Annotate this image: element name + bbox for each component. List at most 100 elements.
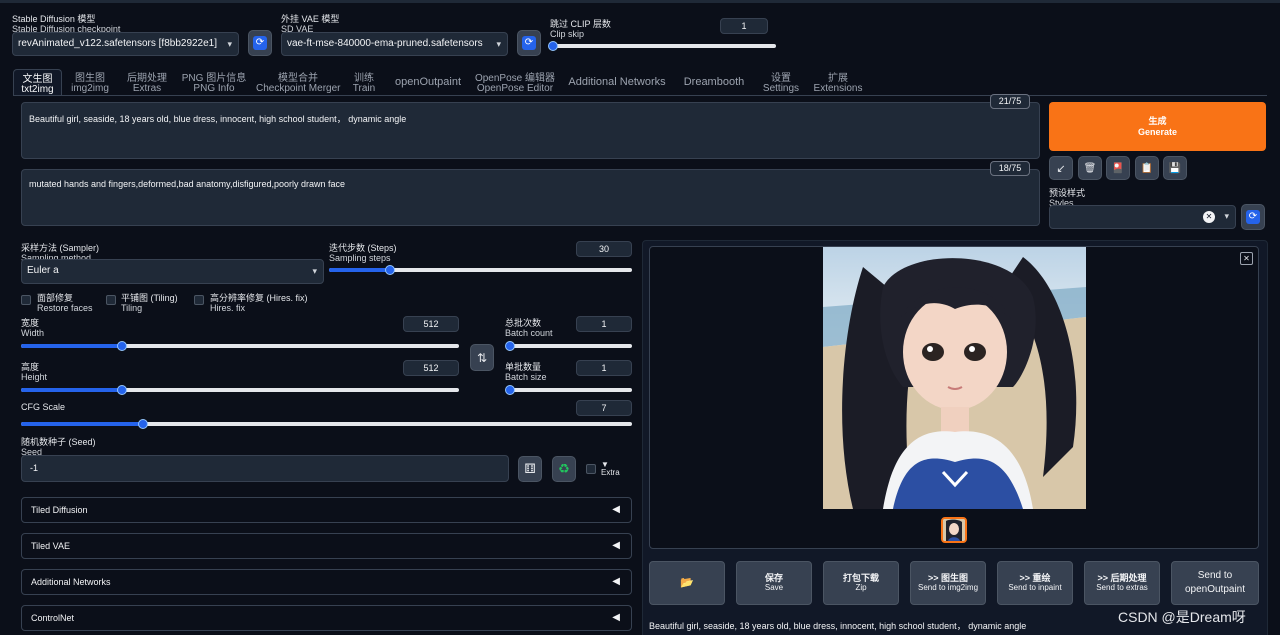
seed-label: 随机数种子 (Seed) Seed	[21, 437, 96, 457]
generate-button[interactable]: 生成 Generate	[1049, 102, 1266, 151]
collapse-arrow-icon: ◀	[612, 612, 620, 623]
batch-count-slider[interactable]	[505, 341, 632, 351]
clip-skip-input[interactable]: 1	[720, 18, 768, 34]
tiling-checkbox[interactable]	[106, 295, 116, 305]
swap-dimensions-icon[interactable]: ⇅	[470, 344, 494, 371]
slider-fill	[21, 344, 122, 348]
cfg-scale-input[interactable]: 7	[576, 400, 632, 416]
extra-label: ▼ Extra	[601, 460, 620, 477]
cfg-scale-slider[interactable]	[21, 419, 632, 429]
top-border	[0, 0, 1280, 3]
gallery-thumbnail[interactable]	[941, 517, 967, 543]
refresh-icon: ⟳	[522, 36, 536, 50]
steps-slider[interactable]	[329, 265, 632, 275]
seed-input[interactable]: -1	[21, 455, 509, 482]
save-style-icon[interactable]: 💾	[1163, 156, 1187, 180]
height-label: 高度 Height	[21, 362, 48, 382]
recycle-icon[interactable]: ♻	[552, 456, 576, 482]
styles-select[interactable]: ✕ ▾	[1049, 205, 1236, 229]
checkpoint-label: Stable Diffusion 模型 Stable Diffusion chec…	[12, 14, 121, 34]
slider-fill	[21, 422, 144, 426]
clipboard-icon[interactable]: 📋	[1135, 156, 1159, 180]
sampler-select[interactable]: Euler a	[21, 259, 324, 284]
batch-size-label: 单批数量 Batch size	[505, 362, 547, 382]
height-slider[interactable]	[21, 385, 459, 395]
clip-skip-slider[interactable]	[548, 41, 776, 51]
refresh-icon: ⟳	[1246, 210, 1260, 224]
width-input[interactable]: 512	[403, 316, 459, 332]
chevron-down-icon: ▾	[1224, 211, 1229, 221]
collapse-arrow-icon: ◀	[612, 576, 620, 587]
tab-additional-networks[interactable]: Additional Networks	[566, 76, 668, 88]
accordion-tiled-diffusion[interactable]: Tiled Diffusion ◀	[21, 497, 632, 523]
tab-png-info[interactable]: PNG 图片信息 PNG Info	[180, 74, 248, 94]
checkpoint-select[interactable]: revAnimated_v122.safetensors [f8bb2922e1…	[12, 32, 239, 56]
close-icon[interactable]: ✕	[1240, 252, 1253, 265]
send-to-openoutpaint-button[interactable]: Send to openOutpaint	[1171, 561, 1259, 605]
slider-knob[interactable]	[548, 41, 558, 51]
slider-knob[interactable]	[505, 385, 515, 395]
slider-knob[interactable]	[505, 341, 515, 351]
restore-faces-checkbox[interactable]	[21, 295, 31, 305]
zip-button[interactable]: 打包下载 Zip	[823, 561, 899, 605]
accordion-tiled-vae[interactable]: Tiled VAE ◀	[21, 533, 632, 559]
send-to-inpaint-button[interactable]: >> 重绘 Send to inpaint	[997, 561, 1073, 605]
tab-train[interactable]: 训练 Train	[346, 74, 382, 94]
restore-faces-label: 面部修复 Restore faces	[37, 293, 93, 313]
batch-count-input[interactable]: 1	[576, 316, 632, 332]
tab-openoutpaint[interactable]: openOutpaint	[390, 76, 466, 88]
batch-size-slider[interactable]	[505, 385, 632, 395]
tabs-divider	[13, 95, 1267, 96]
positive-token-counter: 21/75	[990, 94, 1030, 109]
tab-img2img[interactable]: 图生图 img2img	[66, 74, 114, 94]
read-params-icon[interactable]: ↙	[1049, 156, 1073, 180]
send-to-extras-button[interactable]: >> 后期处理 Send to extras	[1084, 561, 1160, 605]
accordion-additional-networks[interactable]: Additional Networks ◀	[21, 569, 632, 595]
tab-extras[interactable]: 后期处理 Extras	[120, 74, 174, 94]
clip-skip-label: 跳过 CLIP 层数 Clip skip	[550, 19, 611, 39]
accordion-controlnet[interactable]: ControlNet ◀	[21, 605, 632, 631]
steps-label: 迭代步数 (Steps) Sampling steps	[329, 243, 397, 263]
refresh-icon: ⟳	[253, 36, 267, 50]
slider-knob[interactable]	[116, 341, 127, 351]
tiling-label: 平铺图 (Tiling) Tiling	[121, 293, 178, 313]
clear-icon[interactable]: ✕	[1203, 211, 1215, 223]
batch-size-input[interactable]: 1	[576, 360, 632, 376]
extra-networks-icon[interactable]: 🎴	[1106, 156, 1130, 180]
width-slider[interactable]	[21, 341, 459, 351]
tab-openpose-editor[interactable]: OpenPose 编辑器 OpenPose Editor	[474, 74, 556, 94]
output-caption: Beautiful girl, seaside, 18 years old, b…	[649, 621, 1027, 631]
slider-knob[interactable]	[138, 419, 149, 429]
slider-knob[interactable]	[384, 265, 395, 275]
tab-txt2img[interactable]: 文生图 txt2img	[13, 69, 62, 96]
vae-label: 外挂 VAE 模型 SD VAE	[281, 14, 340, 34]
generated-image[interactable]	[823, 247, 1086, 509]
tab-settings[interactable]: 设置 Settings	[758, 74, 804, 94]
dice-icon[interactable]: ⚅	[518, 456, 542, 482]
tab-extensions[interactable]: 扩展 Extensions	[812, 74, 864, 94]
open-folder-icon[interactable]: 📂	[649, 561, 725, 605]
negative-token-counter: 18/75	[990, 161, 1030, 176]
height-input[interactable]: 512	[403, 360, 459, 376]
send-to-img2img-button[interactable]: >> 图生图 Send to img2img	[910, 561, 986, 605]
collapse-arrow-icon: ◀	[612, 540, 620, 551]
checkpoint-refresh-button[interactable]: ⟳	[248, 30, 272, 56]
positive-prompt-input[interactable]: Beautiful girl, seaside, 18 years old, b…	[21, 102, 1040, 159]
steps-input[interactable]: 30	[576, 241, 632, 257]
styles-refresh-button[interactable]: ⟳	[1241, 204, 1265, 230]
watermark: CSDN @是Dream呀	[1118, 609, 1246, 625]
extra-seed-checkbox[interactable]	[586, 464, 596, 474]
tab-dreambooth[interactable]: Dreambooth	[678, 76, 750, 88]
width-label: 宽度 Width	[21, 318, 45, 338]
slider-fill	[329, 268, 390, 272]
negative-prompt-input[interactable]: mutated hands and fingers,deformed,bad a…	[21, 169, 1040, 226]
save-button[interactable]: 保存 Save	[736, 561, 812, 605]
trash-icon[interactable]: 🗑	[1078, 156, 1102, 180]
cfg-scale-label: CFG Scale	[21, 402, 66, 412]
vae-refresh-button[interactable]: ⟳	[517, 30, 541, 56]
hires-fix-checkbox[interactable]	[194, 295, 204, 305]
vae-select[interactable]: vae-ft-mse-840000-ema-pruned.safetensors	[281, 32, 508, 56]
slider-knob[interactable]	[116, 385, 127, 395]
thumbnail-image	[943, 519, 965, 541]
tab-checkpoint-merger[interactable]: 模型合并 Checkpoint Merger	[256, 74, 340, 94]
